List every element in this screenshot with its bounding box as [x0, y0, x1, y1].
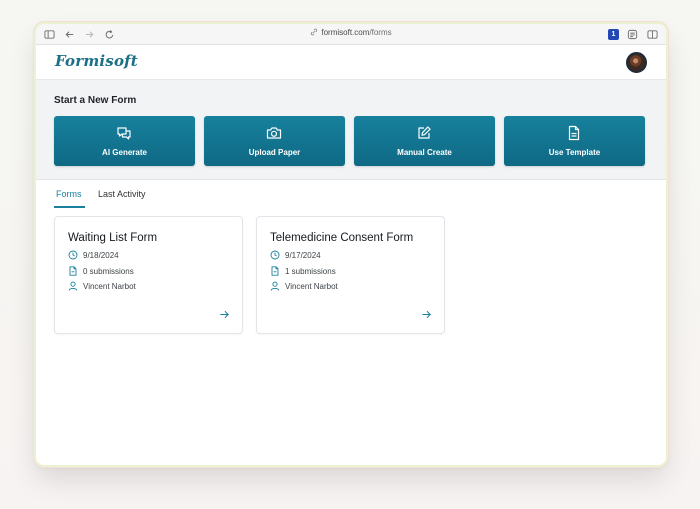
form-date-text: 9/18/2024	[83, 251, 119, 260]
app-header: Formisoft	[36, 45, 666, 80]
form-title: Waiting List Form	[68, 232, 158, 244]
reader-icon[interactable]	[627, 29, 638, 40]
pencil-square-icon	[418, 126, 431, 139]
browser-window: formisoft.com/forms 1 Formisoft Start a …	[36, 24, 666, 465]
form-owner-text: Vincent Narbot	[285, 282, 338, 291]
form-submissions-text: 1 submissions	[285, 267, 336, 276]
form-title: Telemedicine Consent Form	[270, 232, 414, 244]
upload-paper-label: Upload Paper	[248, 148, 301, 157]
form-card[interactable]: Waiting List Form 9/18/2024 0 submission…	[54, 216, 243, 334]
user-avatar[interactable]	[626, 52, 647, 73]
use-template-label: Use Template	[548, 148, 601, 157]
arrow-right-icon[interactable]	[219, 309, 230, 320]
clock-icon	[270, 250, 280, 260]
file-icon	[271, 266, 279, 276]
upload-paper-button[interactable]: Upload Paper	[204, 116, 345, 166]
active-tab-indicator	[54, 206, 85, 208]
use-template-button[interactable]: Use Template	[504, 116, 645, 166]
start-new-form-section: Start a New Form AI Generate Upload Pape…	[36, 80, 666, 180]
password-extension-icon[interactable]: 1	[608, 29, 619, 40]
url-host: formisoft.com	[321, 28, 370, 37]
split-view-icon[interactable]	[647, 29, 658, 40]
tab-last-activity[interactable]: Last Activity	[98, 189, 146, 199]
ai-generate-label: AI Generate	[102, 148, 147, 157]
url-path: /forms	[369, 28, 392, 37]
address-bar[interactable]: formisoft.com/forms	[36, 28, 666, 37]
form-date: 9/17/2024	[270, 250, 321, 260]
app-logo[interactable]: Formisoft	[55, 52, 138, 70]
form-submissions: 1 submissions	[270, 266, 336, 276]
chat-bubbles-icon	[117, 127, 131, 140]
arrow-right-icon[interactable]	[421, 309, 432, 320]
section-title: Start a New Form	[54, 95, 137, 106]
ai-generate-button[interactable]: AI Generate	[54, 116, 195, 166]
clock-icon	[68, 250, 78, 260]
tab-forms[interactable]: Forms	[56, 189, 82, 199]
form-submissions-text: 0 submissions	[83, 267, 134, 276]
browser-toolbar: formisoft.com/forms 1	[36, 24, 666, 45]
form-owner: Vincent Narbot	[270, 281, 338, 291]
document-icon	[568, 125, 580, 141]
form-owner-text: Vincent Narbot	[83, 282, 136, 291]
manual-create-button[interactable]: Manual Create	[354, 116, 495, 166]
form-owner: Vincent Narbot	[68, 281, 136, 291]
form-card[interactable]: Telemedicine Consent Form 9/17/2024 1 su…	[256, 216, 445, 334]
user-icon	[68, 281, 78, 291]
form-submissions: 0 submissions	[68, 266, 134, 276]
form-date-text: 9/17/2024	[285, 251, 321, 260]
form-date: 9/18/2024	[68, 250, 119, 260]
file-icon	[69, 266, 77, 276]
camera-icon	[266, 127, 282, 139]
link-icon	[311, 28, 318, 36]
manual-create-label: Manual Create	[397, 148, 452, 157]
user-icon	[270, 281, 280, 291]
